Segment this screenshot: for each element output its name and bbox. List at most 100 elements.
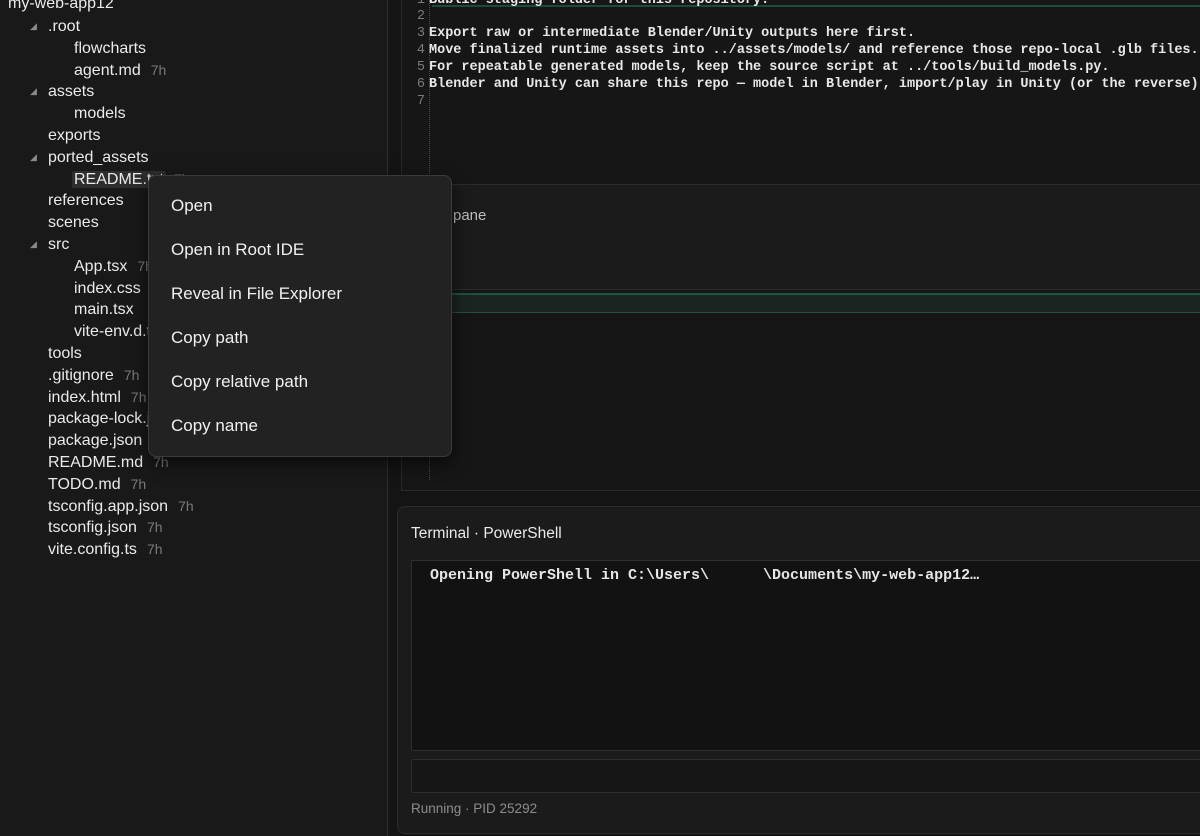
line-text: Bublic staging folder for this repositor… [429, 0, 770, 8]
code-line[interactable]: 7 [402, 93, 429, 110]
modified-time: 7h [123, 366, 140, 383]
tree-item-label: assets [48, 83, 95, 101]
tree-item-label: references [48, 192, 124, 210]
terminal-status: Running · PID 25292 [411, 801, 538, 816]
tree-item-content: App.tsx 7h [72, 256, 153, 277]
tree-item[interactable]: tsconfig.app.json 7h [0, 496, 387, 517]
modified-time: 7h [130, 475, 147, 492]
menu-item-reveal-in-file-explorer[interactable]: Reveal in File Explorer [171, 282, 342, 306]
tree-item[interactable]: ◢ ported_assets [0, 147, 387, 168]
menu-item-open[interactable]: Open [171, 194, 213, 218]
tree-item[interactable]: flowcharts [0, 38, 387, 59]
tree-item-content: tsconfig.app.json 7h [46, 496, 194, 517]
tree-item[interactable]: models [0, 103, 387, 124]
tree-item[interactable]: tsconfig.json 7h [0, 517, 387, 538]
tree-item-label: vite.config.ts [48, 541, 137, 559]
tree-item[interactable]: ◢ .root [0, 16, 387, 37]
project-title[interactable]: my-web-app12 [8, 0, 114, 14]
tree-item[interactable]: TODO.md 7h [0, 474, 387, 495]
menu-item-copy-relative-path[interactable]: Copy relative path [171, 370, 308, 394]
tree-item-label: .gitignore [48, 366, 114, 384]
tree-item[interactable]: agent.md 7h [0, 60, 387, 81]
modified-time: 7h [146, 519, 163, 536]
tree-item[interactable]: vite.config.ts 7h [0, 539, 387, 560]
tree-item-label: tools [48, 345, 82, 362]
tree-item-label: .root [48, 18, 81, 35]
tree-item-content: TODO.md 7h [46, 474, 146, 495]
tree-item-label: tsconfig.json [48, 519, 137, 537]
tree-item-label: main.tsx [74, 301, 134, 319]
line-number: 3 [416, 26, 425, 41]
tree-item-label: models [74, 105, 126, 123]
modified-time: 7h [150, 61, 167, 78]
line-number: 7 [416, 94, 425, 109]
tree-item-label: index.html [48, 388, 121, 406]
tree-item-label: index.css [74, 279, 141, 297]
tree-item-label: TODO.md [48, 475, 121, 493]
line-text: Move finalized runtime assets into ../as… [429, 43, 1199, 58]
code-line[interactable]: 4 Move finalized runtime assets into ../a… [402, 42, 1199, 59]
tree-item-label: exports [48, 127, 101, 144]
tree-item-content: assets [46, 81, 104, 102]
preview-pane-label: pane [453, 207, 487, 224]
tree-item-content: index.html 7h [46, 387, 147, 408]
line-number: 5 [416, 60, 425, 75]
line-text: Blender and Unity can share this repo — … [429, 77, 1200, 92]
tree-item-content: models [72, 103, 136, 124]
tree-item-label: agent.md [74, 61, 141, 79]
tree-item-content: scenes [46, 212, 109, 233]
menu-item-copy-path[interactable]: Copy path [171, 326, 249, 350]
tree-item-content: tools [46, 343, 92, 364]
code-line[interactable]: 3 Export raw or intermediate Blender/Unit… [402, 25, 915, 42]
expand-chevron-icon[interactable]: ◢ [30, 16, 40, 37]
tree-item[interactable]: exports [0, 125, 387, 146]
line-text: Export raw or intermediate Blender/Unity… [429, 26, 916, 41]
code-line[interactable]: 1 Bublic staging folder for this reposito… [402, 0, 769, 9]
tree-item-content: package.json [46, 430, 152, 451]
tree-item-label: README.md [48, 454, 144, 471]
expand-chevron-icon[interactable]: ◢ [30, 81, 40, 102]
modified-time: 7h [146, 541, 163, 558]
line-number: 6 [416, 77, 425, 92]
app-window: my-web-app12 ◢ .root flowcharts agent.md 7h ◢… [0, 0, 1200, 836]
context-menu: Open Open in Root IDE Reveal in File Explo… [148, 175, 452, 457]
tree-item-label: scenes [48, 214, 99, 232]
diff-highlight-band [432, 293, 1200, 313]
line-number: 4 [416, 43, 425, 58]
code-line[interactable]: 2 [402, 8, 429, 25]
tree-item-content: main.tsx [72, 299, 144, 320]
terminal-output[interactable]: Opening PowerShell in C:\Users\ \Documen… [411, 560, 1200, 751]
expand-chevron-icon[interactable]: ◢ [30, 147, 40, 168]
tree-item-label: flowcharts [74, 39, 147, 57]
tree-item-label: package.json [48, 432, 143, 450]
menu-item-open-in-root-ide[interactable]: Open in Root IDE [171, 238, 304, 262]
tree-item-content: flowcharts [72, 38, 156, 59]
modified-time: 7h [178, 497, 194, 514]
code-line[interactable]: 5 For repeatable generated models, keep t… [402, 59, 1110, 76]
tree-item-content: tsconfig.json 7h [46, 517, 163, 538]
editor-pane[interactable]: pane 1 Bublic staging folder for this rep… [401, 0, 1200, 491]
terminal-title: Terminal · PowerShell [411, 525, 562, 542]
tree-item-content: exports [46, 125, 110, 146]
preview-band [432, 184, 1200, 290]
tree-item-content: .root [46, 16, 90, 37]
tree-item-content: src [46, 234, 79, 255]
terminal-input[interactable] [411, 759, 1200, 793]
menu-item-copy-name[interactable]: Copy name [171, 414, 258, 438]
expand-chevron-icon[interactable]: ◢ [30, 234, 40, 255]
tree-item-label: tsconfig.app.json [48, 497, 169, 515]
tree-item-label: src [48, 236, 70, 253]
tree-item[interactable]: ◢ assets [0, 81, 387, 102]
tree-item-label: ported_assets [48, 148, 149, 166]
tree-item-content: agent.md 7h [72, 60, 166, 81]
line-text: For repeatable generated models, keep th… [429, 60, 1110, 75]
terminal-panel: Terminal · PowerShell Opening PowerShell… [397, 506, 1200, 834]
code-line[interactable]: 6 Blender and Unity can share this repo —… [402, 76, 1200, 93]
tree-item-content: ported_assets [46, 147, 159, 168]
tree-item-content: index.css [72, 278, 151, 299]
tree-item-content: references [46, 190, 134, 211]
modified-time: 7h [130, 388, 147, 405]
tree-item-content: .gitignore 7h [46, 365, 139, 386]
tree-item-label: App.tsx [74, 257, 128, 275]
terminal-output-text: Opening PowerShell in C:\Users\ \Documen… [430, 567, 980, 584]
